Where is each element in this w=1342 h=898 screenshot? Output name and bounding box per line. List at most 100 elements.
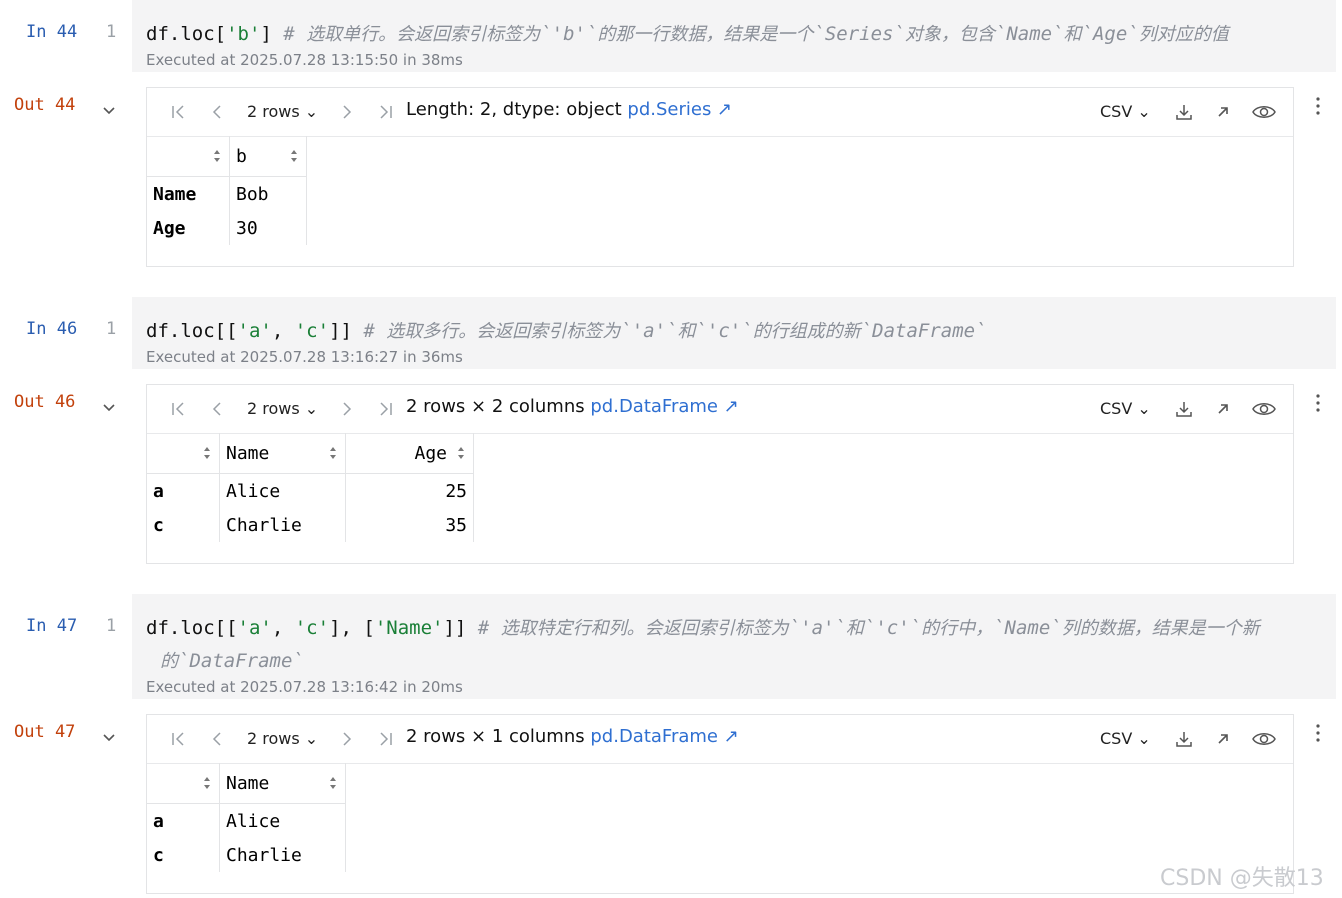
- csv-export-dropdown[interactable]: CSV ⌄: [1100, 399, 1151, 418]
- code-line-47-wrap[interactable]: 的`DataFrame`: [160, 647, 304, 673]
- code-string: 'a': [237, 617, 272, 639]
- chevron-down-icon: ⌄: [1137, 399, 1151, 418]
- code-line-47[interactable]: df.loc[['a', 'c'], ['Name']] # 选取特定行和列。会…: [146, 614, 1260, 640]
- eye-icon[interactable]: [1251, 102, 1277, 122]
- next-page-icon[interactable]: [337, 729, 357, 749]
- code-string: 'b': [226, 23, 261, 45]
- code-comment: # 选取单行。会返回索引标签为`'b'`的那一行数据，结果是一个`Series`…: [283, 23, 1228, 45]
- comment-code: `'c'`: [695, 320, 753, 342]
- output-toolbar: 2 rows ⌄ 2 rows × 2 columns pd.DataFrame…: [147, 385, 1293, 434]
- next-page-icon[interactable]: [337, 102, 357, 122]
- previous-page-icon[interactable]: [207, 399, 227, 419]
- previous-page-icon[interactable]: [207, 102, 227, 122]
- type-link[interactable]: pd.Series ↗: [627, 99, 732, 120]
- table-cell: 30: [229, 211, 307, 245]
- download-icon[interactable]: [1174, 102, 1194, 122]
- comment-text: 的那一行数据，结果是一个: [597, 24, 814, 45]
- column-header-age[interactable]: Age: [345, 433, 474, 474]
- open-external-icon[interactable]: [1213, 102, 1233, 122]
- sort-icon[interactable]: [329, 776, 337, 790]
- sort-icon[interactable]: [290, 149, 298, 163]
- column-header-name[interactable]: Name: [219, 763, 346, 804]
- download-icon[interactable]: [1174, 729, 1194, 749]
- open-external-icon[interactable]: [1213, 399, 1233, 419]
- comment-code: `Name`: [994, 23, 1064, 45]
- comment-hash: #: [363, 320, 387, 342]
- last-page-icon[interactable]: [375, 399, 395, 419]
- code-string: 'a': [237, 320, 272, 342]
- output-toolbar: 2 rows ⌄ Length: 2, dtype: object pd.Ser…: [147, 88, 1293, 137]
- comment-code: `Name`: [993, 617, 1062, 639]
- column-header-name[interactable]: Name: [219, 433, 346, 474]
- last-page-icon[interactable]: [375, 729, 395, 749]
- output-panel-44: 2 rows ⌄ Length: 2, dtype: object pd.Ser…: [146, 87, 1294, 267]
- index-header[interactable]: [147, 136, 230, 177]
- code-comment: 的`DataFrame`: [160, 650, 304, 672]
- output-panel-46: 2 rows ⌄ 2 rows × 2 columns pd.DataFrame…: [146, 384, 1294, 564]
- table-row: a Alice: [147, 803, 346, 838]
- sort-icon[interactable]: [203, 446, 211, 460]
- csv-label: CSV: [1100, 399, 1133, 418]
- chevron-down-icon: ⌄: [1137, 102, 1151, 121]
- column-header-label: Name: [226, 772, 270, 794]
- comment-text: 的: [160, 651, 178, 672]
- row-index: c: [147, 838, 220, 872]
- csv-export-dropdown[interactable]: CSV ⌄: [1100, 102, 1151, 121]
- comment-code: `'a'`: [788, 617, 846, 639]
- series-table: b Name Bob Age 30: [147, 136, 307, 245]
- sort-icon[interactable]: [457, 446, 465, 460]
- sort-icon[interactable]: [213, 149, 221, 163]
- comment-text: 对象，包含: [904, 24, 995, 45]
- open-external-icon[interactable]: [1213, 729, 1233, 749]
- more-options-icon[interactable]: [1310, 723, 1326, 743]
- comment-text: 列的数据，结果是一个新: [1061, 618, 1260, 639]
- sort-icon[interactable]: [329, 446, 337, 460]
- eye-icon[interactable]: [1251, 399, 1277, 419]
- rows-dropdown[interactable]: 2 rows ⌄: [247, 399, 318, 418]
- first-page-icon[interactable]: [169, 102, 189, 122]
- comment-text: 选取单行。会返回索引标签为: [306, 24, 541, 45]
- first-page-icon[interactable]: [169, 729, 189, 749]
- output-summary: Length: 2, dtype: object pd.Series ↗: [406, 99, 732, 120]
- chevron-down-icon: ⌄: [304, 729, 319, 748]
- collapse-chevron-icon[interactable]: [100, 399, 118, 417]
- download-icon[interactable]: [1174, 399, 1194, 419]
- index-header[interactable]: [147, 433, 220, 474]
- table-row: a Alice 25: [147, 473, 474, 508]
- code-token: ]: [260, 23, 284, 45]
- collapse-chevron-icon[interactable]: [100, 729, 118, 747]
- next-page-icon[interactable]: [337, 399, 357, 419]
- in-prompt-44: In 44: [26, 22, 78, 42]
- type-link[interactable]: pd.DataFrame ↗: [590, 396, 738, 417]
- execution-status: Executed at 2025.07.28 13:16:27 in 36ms: [146, 348, 463, 366]
- comment-text: 和: [1063, 24, 1082, 45]
- previous-page-icon[interactable]: [207, 729, 227, 749]
- rows-dropdown[interactable]: 2 rows ⌄: [247, 729, 318, 748]
- row-index: a: [147, 803, 220, 838]
- comment-hash: #: [477, 617, 501, 639]
- output-summary: 2 rows × 2 columns pd.DataFrame ↗: [406, 396, 739, 417]
- csv-export-dropdown[interactable]: CSV ⌄: [1100, 729, 1151, 748]
- comment-text: 的行组成的新: [752, 321, 861, 342]
- eye-icon[interactable]: [1251, 729, 1277, 749]
- column-header-b[interactable]: b: [229, 136, 307, 177]
- column-header-label: b: [236, 145, 247, 167]
- code-line-46[interactable]: df.loc[['a', 'c']] # 选取多行。会返回索引标签为`'a'`和…: [146, 317, 987, 343]
- sort-icon[interactable]: [203, 776, 211, 790]
- comment-code: `'b'`: [540, 23, 598, 45]
- code-line-44[interactable]: df.loc['b'] # 选取单行。会返回索引标签为`'b'`的那一行数据，结…: [146, 20, 1229, 46]
- code-string: 'c': [294, 617, 330, 639]
- code-string: 'Name': [374, 617, 444, 639]
- column-header-label: Age: [414, 442, 447, 464]
- collapse-chevron-icon[interactable]: [100, 102, 118, 120]
- type-link[interactable]: pd.DataFrame ↗: [590, 726, 738, 747]
- index-header[interactable]: [147, 763, 220, 804]
- table-cell: Charlie: [219, 508, 346, 542]
- first-page-icon[interactable]: [169, 399, 189, 419]
- more-options-icon[interactable]: [1310, 96, 1326, 116]
- more-options-icon[interactable]: [1310, 393, 1326, 413]
- rows-dropdown[interactable]: 2 rows ⌄: [247, 102, 318, 121]
- last-page-icon[interactable]: [375, 102, 395, 122]
- row-index: c: [147, 508, 220, 542]
- table-cell: 25: [345, 473, 474, 508]
